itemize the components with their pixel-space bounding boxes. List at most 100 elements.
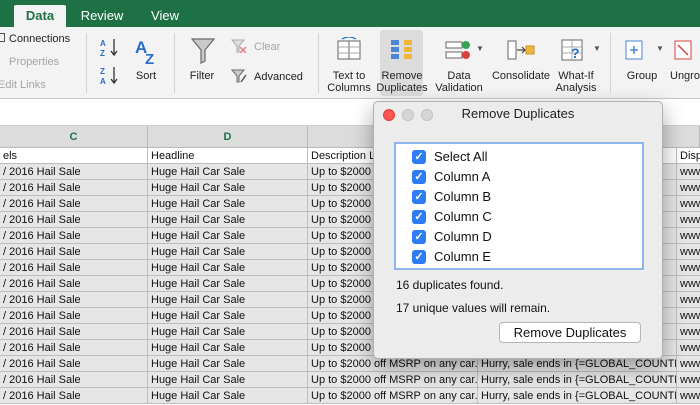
table-cell[interactable]: www xyxy=(677,372,700,388)
sort-ascending-icon[interactable]: A Z Z A xyxy=(99,37,123,89)
table-cell[interactable]: Huge Hail Car Sale xyxy=(148,164,308,180)
table-cell[interactable]: Huge Hail Car Sale xyxy=(148,292,308,308)
table-cell[interactable]: Huge Hail Car Sale xyxy=(148,260,308,276)
table-cell[interactable]: www xyxy=(677,180,700,196)
what-if-label-1[interactable]: What-If xyxy=(554,70,598,82)
advanced-filter-icon xyxy=(231,69,247,83)
sort-az-icon: A Z xyxy=(135,38,154,65)
table-cell[interactable]: / 2016 Hail Sale xyxy=(0,196,148,212)
table-cell[interactable]: / 2016 Hail Sale xyxy=(0,212,148,228)
table-cell[interactable]: / 2016 Hail Sale xyxy=(0,276,148,292)
table-cell[interactable]: www xyxy=(677,164,700,180)
table-cell[interactable]: els xyxy=(0,148,148,164)
advanced-button[interactable]: Advanced xyxy=(254,71,303,83)
column-header-d[interactable]: D xyxy=(148,126,308,148)
table-cell[interactable]: Huge Hail Car Sale xyxy=(148,324,308,340)
table-cell[interactable]: Huge Hail Car Sale xyxy=(148,388,308,404)
sort-button[interactable]: Sort xyxy=(130,70,162,82)
table-cell[interactable]: Headline xyxy=(148,148,308,164)
table-cell[interactable]: Up to $2000 off MSRP on any car. xyxy=(308,372,478,388)
text-to-columns-label-2[interactable]: Columns xyxy=(325,82,373,94)
table-cell[interactable]: Huge Hail Car Sale xyxy=(148,308,308,324)
table-cell[interactable]: www xyxy=(677,356,700,372)
table-cell[interactable]: www xyxy=(677,260,700,276)
checkbox-checked-icon[interactable]: ✓ xyxy=(412,210,426,224)
dialog-title: Remove Duplicates xyxy=(461,106,575,121)
table-cell[interactable]: Disp xyxy=(677,148,700,164)
table-cell[interactable]: www xyxy=(677,212,700,228)
table-cell[interactable]: www xyxy=(677,388,700,404)
table-cell[interactable]: / 2016 Hail Sale xyxy=(0,164,148,180)
checkbox-checked-icon[interactable]: ✓ xyxy=(412,150,426,164)
filter-funnel-icon xyxy=(190,38,216,64)
ribbon-separator xyxy=(610,33,611,93)
ribbon: Connections Properties Edit Links A Z Z … xyxy=(0,27,700,99)
table-cell[interactable]: Hurry, sale ends in {=GLOBAL_COUNTDC xyxy=(478,388,677,404)
data-validation-label-2[interactable]: Validation xyxy=(432,82,486,94)
tab-data[interactable]: Data xyxy=(14,5,66,27)
table-cell[interactable]: / 2016 Hail Sale xyxy=(0,356,148,372)
remove-duplicates-label-2[interactable]: Duplicates xyxy=(374,82,430,94)
tab-review[interactable]: Review xyxy=(74,5,130,27)
columns-listbox[interactable]: ✓ Select All ✓ Column A ✓ Column B ✓ Column C ✓ C… xyxy=(394,142,644,270)
checkbox-checked-icon[interactable]: ✓ xyxy=(412,190,426,204)
checkbox-checked-icon[interactable]: ✓ xyxy=(412,250,426,264)
data-validation-label-1[interactable]: Data xyxy=(436,70,482,82)
table-cell[interactable]: www xyxy=(677,244,700,260)
table-cell[interactable]: Up to $2000 off MSRP on any car. xyxy=(308,388,478,404)
table-cell[interactable]: Huge Hail Car Sale xyxy=(148,276,308,292)
table-cell[interactable]: Huge Hail Car Sale xyxy=(148,196,308,212)
table-cell[interactable]: www xyxy=(677,292,700,308)
table-cell[interactable]: Huge Hail Car Sale xyxy=(148,244,308,260)
table-cell[interactable]: / 2016 Hail Sale xyxy=(0,324,148,340)
checkbox-label: Column E xyxy=(434,249,492,264)
unique-values-text: 17 unique values will remain. xyxy=(396,301,551,315)
checkbox-checked-icon[interactable]: ✓ xyxy=(412,230,426,244)
table-cell[interactable]: Huge Hail Car Sale xyxy=(148,340,308,356)
table-cell[interactable]: / 2016 Hail Sale xyxy=(0,372,148,388)
table-cell[interactable]: / 2016 Hail Sale xyxy=(0,388,148,404)
clear-filter-icon xyxy=(231,39,247,53)
table-cell[interactable]: / 2016 Hail Sale xyxy=(0,228,148,244)
what-if-dropdown-icon[interactable]: ▼ xyxy=(593,44,601,53)
table-row: / 2016 Hail Sale Huge Hail Car Sale Up to … xyxy=(0,372,700,388)
table-cell[interactable]: / 2016 Hail Sale xyxy=(0,260,148,276)
connections-button[interactable]: Connections xyxy=(9,33,70,45)
table-cell[interactable]: Huge Hail Car Sale xyxy=(148,180,308,196)
table-cell[interactable]: Huge Hail Car Sale xyxy=(148,372,308,388)
table-cell[interactable]: / 2016 Hail Sale xyxy=(0,340,148,356)
edit-links-button[interactable]: Edit Links xyxy=(0,79,46,91)
table-cell[interactable]: www xyxy=(677,276,700,292)
table-cell[interactable]: www xyxy=(677,228,700,244)
what-if-label-2[interactable]: Analysis xyxy=(554,82,598,94)
table-cell[interactable]: Hurry, sale ends in {=GLOBAL_COUNTDC xyxy=(478,372,677,388)
remove-duplicates-label-1[interactable]: Remove xyxy=(376,70,428,82)
table-cell[interactable]: www xyxy=(677,324,700,340)
remove-duplicates-confirm-button[interactable]: Remove Duplicates xyxy=(499,322,641,343)
table-cell[interactable]: Huge Hail Car Sale xyxy=(148,356,308,372)
table-cell[interactable]: / 2016 Hail Sale xyxy=(0,244,148,260)
checkbox-checked-icon[interactable]: ✓ xyxy=(412,170,426,184)
properties-button[interactable]: Properties xyxy=(9,56,59,68)
group-button[interactable]: Group xyxy=(622,70,662,82)
table-cell[interactable]: Huge Hail Car Sale xyxy=(148,228,308,244)
table-cell[interactable]: / 2016 Hail Sale xyxy=(0,180,148,196)
data-validation-dropdown-icon[interactable]: ▼ xyxy=(476,44,484,53)
table-cell[interactable]: / 2016 Hail Sale xyxy=(0,292,148,308)
ungroup-button[interactable]: Ungro xyxy=(670,70,700,82)
group-dropdown-icon[interactable]: ▼ xyxy=(656,44,664,53)
svg-text:Z: Z xyxy=(100,49,105,58)
clear-button[interactable]: Clear xyxy=(254,41,280,53)
filter-button[interactable]: Filter xyxy=(184,70,220,82)
checkbox-label: Column D xyxy=(434,229,492,244)
column-header-c[interactable]: C xyxy=(0,126,148,148)
consolidate-button[interactable]: Consolidate xyxy=(490,70,552,82)
table-cell[interactable]: / 2016 Hail Sale xyxy=(0,308,148,324)
tab-view[interactable]: View xyxy=(138,5,192,27)
table-cell[interactable]: Huge Hail Car Sale xyxy=(148,212,308,228)
table-cell[interactable]: www xyxy=(677,340,700,356)
checkbox-label: Column C xyxy=(434,209,492,224)
table-cell[interactable]: www xyxy=(677,308,700,324)
table-cell[interactable]: www xyxy=(677,196,700,212)
text-to-columns-label-1[interactable]: Text to xyxy=(325,70,373,82)
